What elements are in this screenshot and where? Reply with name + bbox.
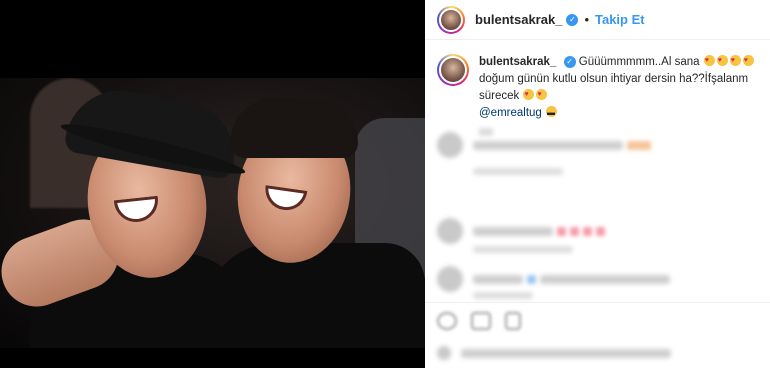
comment-text xyxy=(473,274,523,284)
post-header: bulentsakrak_ ✓ • Takip Et xyxy=(425,0,770,40)
comment-meta xyxy=(473,246,573,253)
divider xyxy=(425,302,770,303)
avatar[interactable] xyxy=(437,5,465,34)
heart-eyes-emoji xyxy=(729,52,741,69)
caption-text-part2: doğum günün kutlu olsun ihtiyar dersin h… xyxy=(479,73,749,102)
likes-row xyxy=(437,346,671,360)
likes-avatar xyxy=(437,346,451,360)
heart-eyes-emoji xyxy=(716,52,728,69)
comment-icon[interactable] xyxy=(471,312,491,330)
action-bar xyxy=(437,312,521,330)
comment-text xyxy=(473,140,623,150)
caption-avatar[interactable] xyxy=(437,54,469,86)
comment-emoji xyxy=(570,226,579,236)
right-person-shirt xyxy=(205,243,425,348)
comment-avatar xyxy=(437,218,463,244)
caption-username[interactable]: bulentsakrak_ xyxy=(479,56,556,68)
post-panel: bulentsakrak_ ✓ • Takip Et bulentsakrak_… xyxy=(425,0,770,368)
hair xyxy=(230,98,358,158)
like-icon[interactable] xyxy=(437,312,457,330)
likes-text xyxy=(461,348,671,358)
caption: bulentsakrak_ ✓ Güüümmmmm..Al sana doğum… xyxy=(425,40,770,122)
comment-avatar xyxy=(437,132,463,158)
header-username[interactable]: bulentsakrak_ xyxy=(475,12,562,27)
comment-text xyxy=(473,226,553,236)
post-photo xyxy=(0,78,425,348)
sunglasses-emoji xyxy=(546,104,558,121)
separator-dot: • xyxy=(584,12,589,27)
comment-emoji xyxy=(583,226,592,236)
comment-text xyxy=(540,274,670,284)
caption-text-part1: Güüümmmmm..Al sana xyxy=(578,56,700,68)
heart-eyes-emoji xyxy=(536,86,548,103)
verified-badge-icon: ✓ xyxy=(563,55,576,68)
comment-avatar xyxy=(437,266,463,292)
comment-meta xyxy=(473,292,533,299)
follow-button[interactable]: Takip Et xyxy=(595,12,645,27)
comment-emoji xyxy=(596,226,605,236)
comment-row xyxy=(437,218,605,244)
heart-eyes-emoji xyxy=(523,86,535,103)
mention-link[interactable]: @emrealtug xyxy=(479,107,542,119)
comment-emoji xyxy=(627,140,651,150)
caption-text: bulentsakrak_ ✓ Güüümmmmm..Al sana doğum… xyxy=(479,52,758,122)
heart-eyes-emoji xyxy=(742,52,754,69)
comment-row xyxy=(437,266,670,292)
post-media[interactable] xyxy=(0,0,425,368)
share-icon[interactable] xyxy=(505,312,521,330)
comment-emoji xyxy=(557,226,566,236)
heart-eyes-emoji xyxy=(703,52,715,69)
verified-badge-icon: ✓ xyxy=(566,13,579,26)
comment-row xyxy=(437,132,651,158)
comment-meta xyxy=(473,168,563,175)
comment-emoji xyxy=(527,274,536,284)
